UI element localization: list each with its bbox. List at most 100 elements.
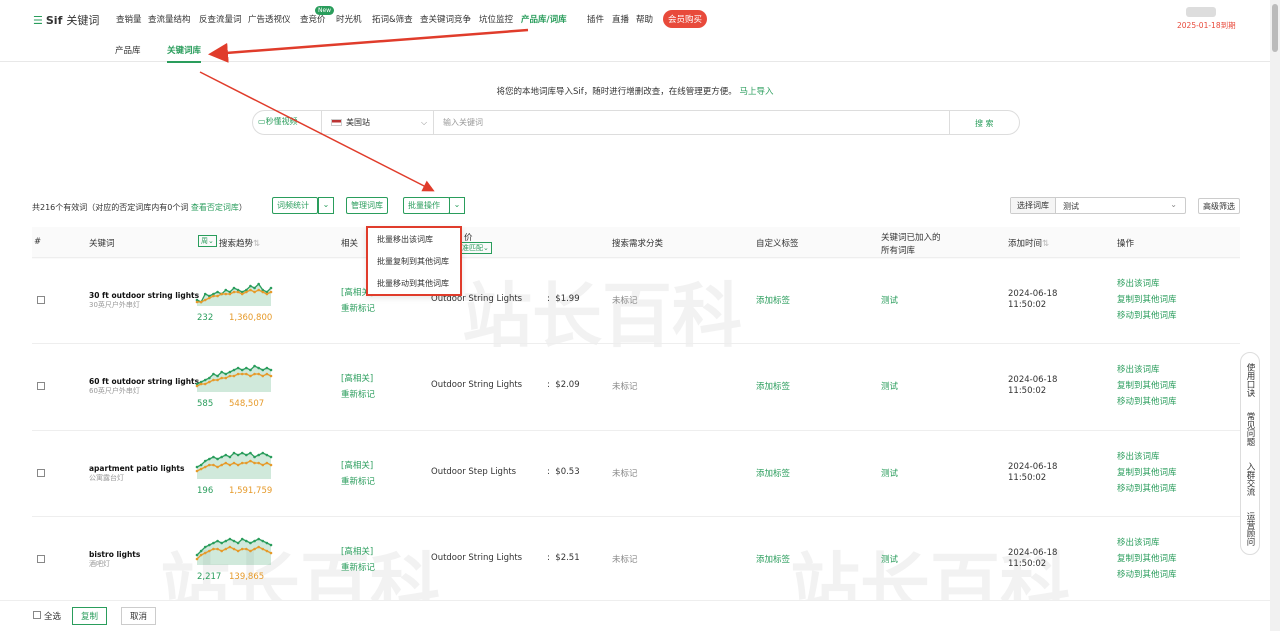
rank-line-point (249, 541, 252, 545)
divider (321, 111, 322, 134)
menu-icon: ☰ (33, 13, 43, 27)
help-advisor[interactable]: 运营顾问 (1244, 505, 1256, 553)
menu-batch-copy[interactable]: 批量复制到其他词库 (377, 256, 449, 267)
row-checkbox[interactable] (37, 296, 45, 304)
rank-line-point (265, 453, 269, 457)
scrollbar[interactable] (1270, 0, 1280, 631)
remove-from-lib-link[interactable]: 移出该词库 (1117, 362, 1177, 378)
video-guide-button[interactable]: ▭秒懂视频 (258, 116, 298, 127)
avatar[interactable] (1186, 7, 1216, 17)
trend-sparkline[interactable] (195, 535, 273, 567)
rank-line-point (261, 539, 265, 543)
expire-date: 2025-01-18到期 (1177, 21, 1236, 30)
volume-line-point (220, 376, 223, 380)
import-now-link[interactable]: 马上导入 (739, 87, 773, 97)
nav-time-machine[interactable]: 时光机 (336, 13, 362, 25)
rank-line-point (208, 457, 211, 461)
rank-line-point (257, 537, 260, 541)
help-group[interactable]: 入群交流 (1244, 455, 1256, 503)
row-divider (32, 257, 1240, 258)
nav-help[interactable]: 帮助 (636, 13, 653, 25)
add-tag-link[interactable]: 添加标签 (756, 467, 790, 479)
advanced-filter-button[interactable]: 高级筛选 (1198, 198, 1240, 214)
col-trend[interactable]: 搜索趋势⇅ (219, 237, 260, 249)
copy-button[interactable]: 复制 (72, 607, 108, 625)
move-to-lib-link[interactable]: 移动到其他词库 (1117, 567, 1177, 583)
nav-traffic-structure[interactable]: 查流量结构 (148, 13, 191, 25)
menu-batch-move[interactable]: 批量移动到其他词库 (377, 278, 449, 289)
search-button[interactable]: 搜 索 (975, 118, 994, 129)
rank-line-point (261, 451, 265, 455)
remove-from-lib-link[interactable]: 移出该词库 (1117, 449, 1177, 465)
remove-from-lib-link[interactable]: 移出该词库 (1117, 276, 1177, 292)
move-to-lib-link[interactable]: 移动到其他词库 (1117, 481, 1177, 497)
add-tag-link[interactable]: 添加标签 (756, 553, 790, 565)
view-negative-lib-link[interactable]: 查看否定词库 (191, 203, 239, 212)
summary-count: 共216个有效词（对应的否定词库内有0个词 (32, 203, 189, 212)
nav-plugin[interactable]: 插件 (587, 13, 604, 25)
manage-lib-button[interactable]: 管理词库 (346, 197, 388, 214)
move-to-lib-link[interactable]: 移动到其他词库 (1117, 394, 1177, 410)
keyword-text[interactable]: 60 ft outdoor string lights (89, 377, 199, 386)
help-tips[interactable]: 使用口诀 (1244, 357, 1256, 403)
trend-sparkline[interactable] (195, 362, 273, 394)
volume-line-point (216, 294, 219, 298)
add-tag-link[interactable]: 添加标签 (756, 380, 790, 392)
nav-ad-insight[interactable]: 广告透视仪 (248, 13, 291, 25)
nav-sales[interactable]: 查销量 (116, 13, 142, 25)
copy-to-lib-link[interactable]: 复制到其他词库 (1117, 465, 1177, 481)
row-checkbox[interactable] (37, 555, 45, 563)
trend-period-toggle[interactable]: 周⌄ (198, 235, 217, 247)
word-freq-dropdown[interactable]: ⌄ (318, 197, 334, 214)
volume-line-point (220, 549, 223, 553)
word-freq-button[interactable]: 词频统计 (272, 197, 318, 214)
remove-from-lib-link[interactable]: 移出该词库 (1117, 535, 1177, 551)
batch-operation-dropdown[interactable]: ⌄ (449, 197, 465, 214)
select-lib[interactable]: 选择词库 测试 ⌄ (1010, 197, 1186, 214)
row-checkbox[interactable] (37, 382, 45, 390)
volume-line-point (228, 463, 232, 467)
rank-line-point (249, 451, 252, 455)
move-to-lib-link[interactable]: 移动到其他词库 (1117, 308, 1177, 324)
keyword-text[interactable]: apartment patio lights (89, 464, 184, 473)
site-select[interactable]: 美国站 (331, 117, 370, 128)
col-add-time[interactable]: 添加时间⇅ (1008, 237, 1049, 249)
re-mark-link[interactable]: 重新标记 (341, 302, 375, 314)
nav-reverse-traffic[interactable]: 反查流量词 (199, 13, 242, 25)
trend-sparkline[interactable] (195, 276, 273, 308)
lib-name-link[interactable]: 测试 (881, 553, 898, 565)
select-all-checkbox[interactable] (33, 611, 41, 619)
re-mark-link[interactable]: 重新标记 (341, 475, 375, 487)
copy-to-lib-link[interactable]: 复制到其他词库 (1117, 551, 1177, 567)
copy-to-lib-link[interactable]: 复制到其他词库 (1117, 378, 1177, 394)
lib-name-link[interactable]: 测试 (881, 294, 898, 306)
rank-line-point (212, 372, 215, 376)
nav-keyword-competition[interactable]: 查关键词竞争 (420, 13, 471, 25)
keyword-text[interactable]: 30 ft outdoor string lights (89, 291, 199, 300)
re-mark-link[interactable]: 重新标记 (341, 561, 375, 573)
tab-product-lib[interactable]: 产品库 (115, 44, 141, 56)
nav-expand-words[interactable]: 拓词&筛查 (372, 13, 413, 25)
keyword-search-input[interactable]: 输入关键词 (443, 117, 483, 128)
keyword-text[interactable]: bistro lights (89, 550, 140, 559)
vip-purchase-button[interactable]: 会员购买 (663, 10, 708, 28)
tab-keyword-lib[interactable]: 关键词库 (167, 44, 202, 63)
rank-line-point (245, 366, 248, 370)
cancel-button[interactable]: 取消 (121, 607, 157, 625)
re-mark-link[interactable]: 重新标记 (341, 388, 375, 400)
row-checkbox[interactable] (37, 469, 45, 477)
volume-line-point (232, 290, 236, 294)
nav-slot-monitor[interactable]: 坑位监控 (479, 13, 513, 25)
add-tag-link[interactable]: 添加标签 (756, 294, 790, 306)
help-faq[interactable]: 常见问题 (1244, 405, 1256, 453)
lib-name-link[interactable]: 测试 (881, 467, 898, 479)
batch-operation-button[interactable]: 批量操作 (403, 197, 450, 214)
nav-live[interactable]: 直播 (612, 13, 629, 25)
lib-name-link[interactable]: 测试 (881, 380, 898, 392)
app-logo[interactable]: ☰ Sif 关键词 (33, 12, 99, 28)
nav-product-keyword-lib[interactable]: 产品库/词库 (521, 13, 567, 25)
scrollbar-thumb[interactable] (1272, 4, 1278, 52)
trend-sparkline[interactable] (195, 449, 273, 481)
copy-to-lib-link[interactable]: 复制到其他词库 (1117, 292, 1177, 308)
menu-batch-remove[interactable]: 批量移出该词库 (377, 234, 433, 245)
